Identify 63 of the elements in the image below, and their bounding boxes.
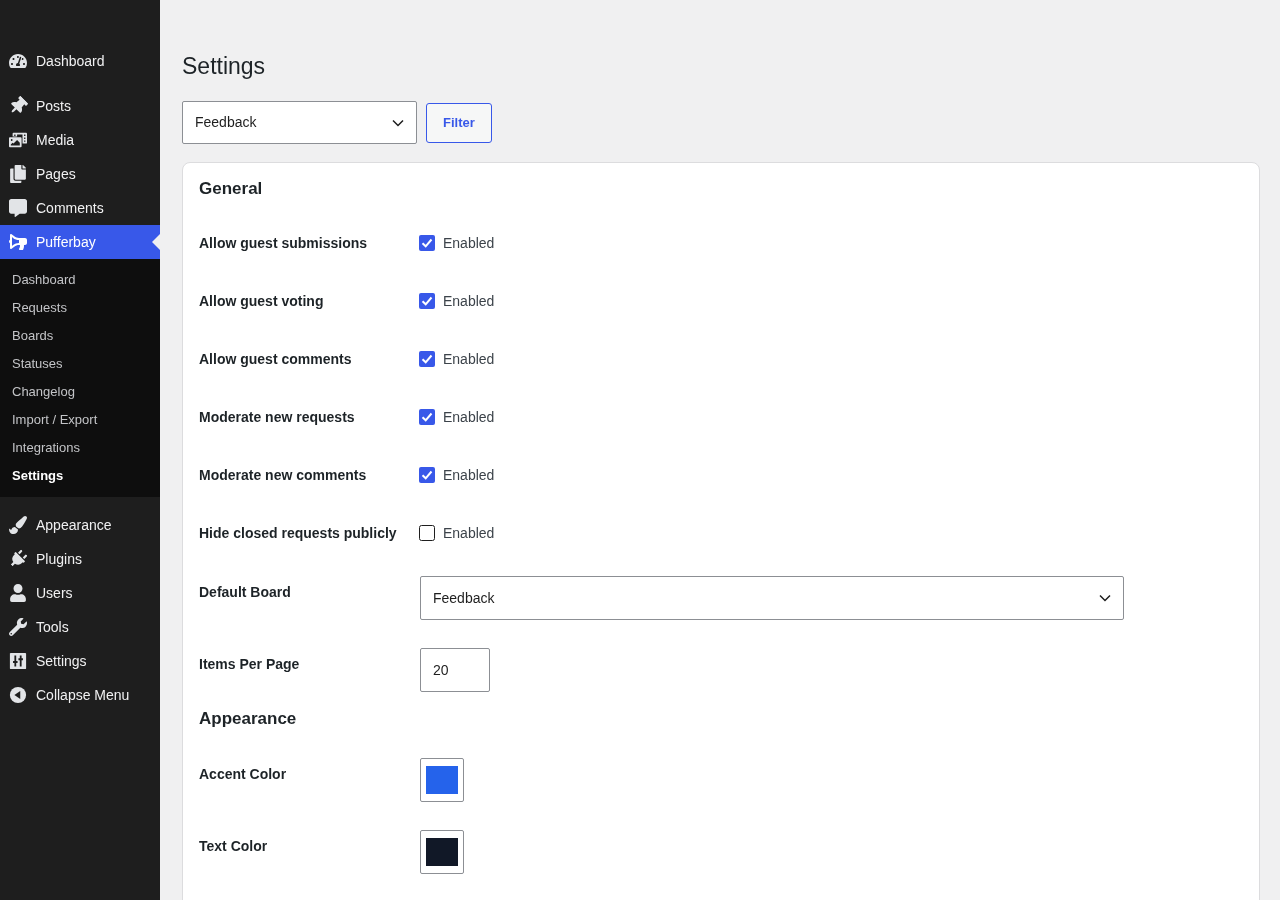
submenu-item[interactable]: Dashboard — [0, 266, 160, 294]
field-label: Allow guest comments — [199, 350, 353, 369]
menu-item[interactable]: Dashboard — [0, 44, 160, 78]
camera-music-icon — [9, 131, 27, 149]
board-filter-dropdown[interactable]: Feedback — [182, 101, 417, 144]
submenu-item[interactable]: Import / Export — [0, 406, 160, 434]
pages-icon — [9, 165, 27, 183]
field-label: Allow guest submissions — [199, 234, 369, 253]
menu-item[interactable]: Pufferbay — [0, 225, 160, 259]
filter-button[interactable]: Filter — [426, 102, 492, 143]
field-label: Hide closed requests publicly — [199, 524, 398, 543]
checkbox[interactable] — [419, 293, 435, 309]
megaphone-icon — [9, 233, 27, 251]
section-heading: Appearance — [199, 708, 298, 730]
menu-item[interactable]: Comments — [0, 191, 160, 225]
gauge-icon — [9, 52, 27, 70]
field-label: Accent Color — [199, 765, 288, 784]
menu-item[interactable]: Plugins — [0, 542, 160, 576]
chevron-down-icon — [1099, 594, 1111, 602]
board-dropdown[interactable]: Feedback — [420, 576, 1124, 620]
menu-item[interactable]: Settings — [0, 644, 160, 678]
checkbox-label: Enabled — [443, 350, 495, 369]
page-title: Settings — [182, 52, 267, 81]
comment-icon — [9, 199, 27, 217]
menu-item[interactable]: Media — [0, 123, 160, 157]
menu-item[interactable]: Appearance — [0, 508, 160, 542]
submenu-item[interactable]: Integrations — [0, 434, 160, 462]
sliders-icon — [9, 652, 27, 670]
submenu-item[interactable]: Requests — [0, 294, 160, 322]
menu-item[interactable]: Pages — [0, 157, 160, 191]
submenu-item[interactable]: Statuses — [0, 350, 160, 378]
checkbox-label: Enabled — [443, 466, 495, 485]
field-label: Allow guest voting — [199, 292, 325, 311]
color-picker-button[interactable] — [420, 758, 464, 802]
collapse-icon — [9, 686, 27, 704]
section-heading: General — [199, 178, 264, 200]
field-label: Items Per Page — [199, 655, 301, 674]
field-label: Default Board — [199, 583, 292, 602]
collapse-menu-button[interactable]: Collapse Menu — [0, 678, 160, 712]
field-label: Moderate new comments — [199, 466, 368, 485]
number-field[interactable]: 20 — [420, 648, 490, 692]
menu-item[interactable]: Posts — [0, 89, 160, 123]
user-icon — [9, 584, 27, 602]
checkbox[interactable] — [419, 351, 435, 367]
menu-item[interactable]: Users — [0, 576, 160, 610]
checkbox-label: Enabled — [443, 524, 495, 543]
chevron-down-icon — [392, 118, 404, 127]
checkbox[interactable] — [419, 235, 435, 251]
checkbox-label: Enabled — [443, 408, 495, 427]
submenu-item[interactable]: Boards — [0, 322, 160, 350]
checkbox-label: Enabled — [443, 292, 495, 311]
checkbox-label: Enabled — [443, 234, 495, 253]
color-picker-button[interactable] — [420, 830, 464, 874]
checkbox[interactable] — [419, 525, 435, 541]
checkbox[interactable] — [419, 467, 435, 483]
field-label: Moderate new requests — [199, 408, 356, 427]
field-label: Text Color — [199, 837, 269, 856]
submenu-item[interactable]: Settings — [0, 462, 160, 490]
paintbrush-icon — [9, 516, 27, 534]
checkbox[interactable] — [419, 409, 435, 425]
wrench-icon — [9, 618, 27, 636]
submenu-item[interactable]: Changelog — [0, 378, 160, 406]
menu-item[interactable]: Tools — [0, 610, 160, 644]
